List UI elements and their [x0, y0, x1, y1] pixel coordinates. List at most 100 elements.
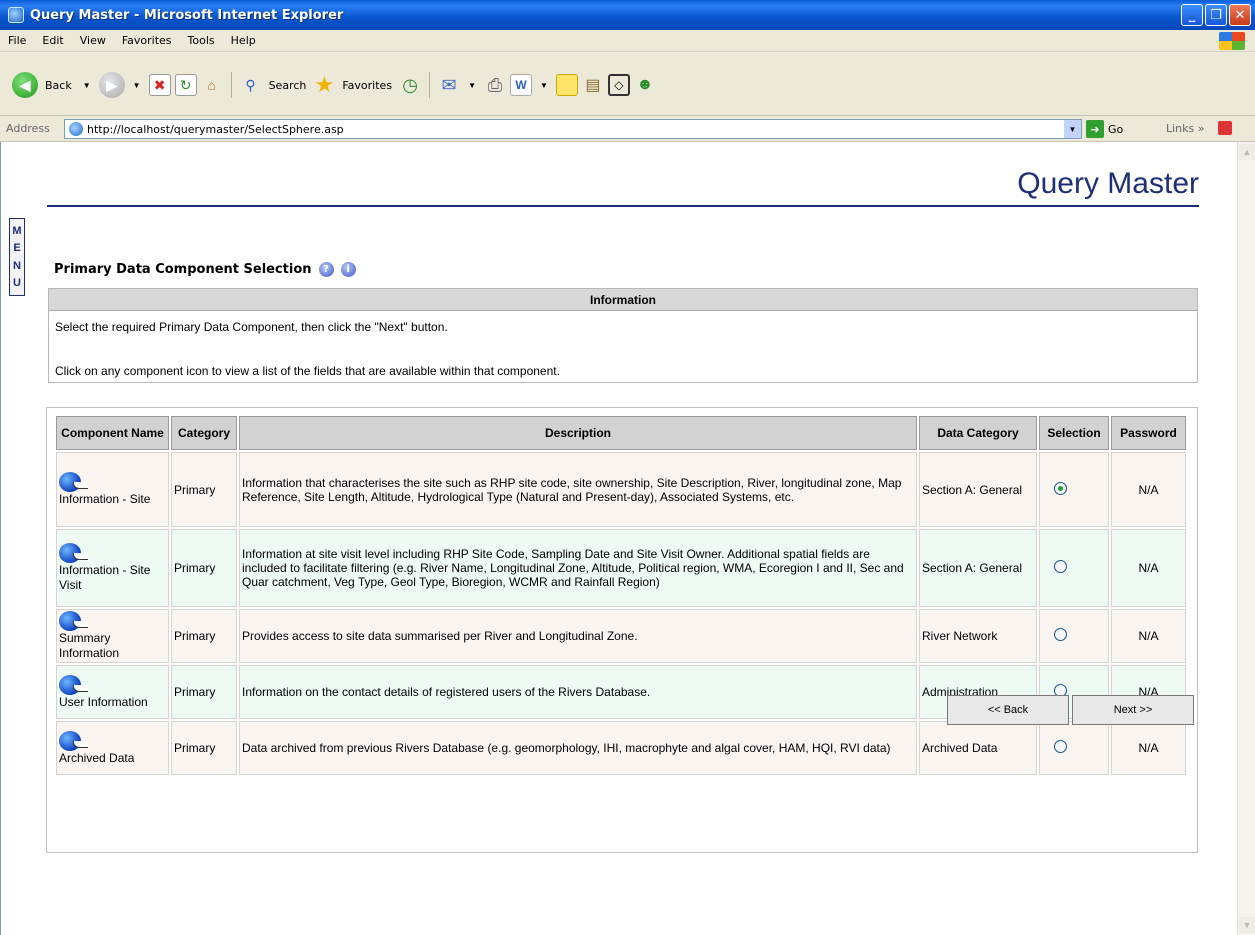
menu-letter[interactable]: E: [13, 242, 20, 254]
category-cell: Primary: [171, 529, 237, 607]
menu-favorites[interactable]: Favorites: [114, 34, 180, 47]
forward-dropdown-icon[interactable]: ▼: [133, 81, 141, 90]
selection-cell: [1039, 529, 1109, 607]
information-line-1: Select the required Primary Data Compone…: [55, 320, 448, 334]
go-label[interactable]: Go: [1108, 123, 1123, 136]
acrobat-icon[interactable]: [1218, 121, 1232, 135]
page-icon: [69, 122, 83, 136]
minimize-button[interactable]: _: [1181, 4, 1203, 26]
windows-logo-icon: [1219, 32, 1245, 50]
address-url[interactable]: http://localhost/querymaster/SelectSpher…: [87, 123, 344, 136]
messenger-icon[interactable]: ☻: [634, 74, 656, 96]
menu-letter[interactable]: M: [12, 225, 21, 237]
password-cell: N/A: [1111, 529, 1186, 607]
back-dropdown-icon[interactable]: ▼: [83, 81, 91, 90]
back-button[interactable]: << Back: [947, 695, 1069, 725]
table-row: Archived Data Primary Data archived from…: [56, 721, 1186, 775]
home-icon[interactable]: ⌂: [201, 74, 223, 96]
history-icon[interactable]: ◷: [399, 74, 421, 96]
address-bar: Address http://localhost/querymaster/Sel…: [0, 116, 1255, 142]
address-dropdown-icon[interactable]: ▼: [1064, 120, 1081, 138]
component-name-cell[interactable]: Archived Data: [56, 721, 169, 775]
globe-icon[interactable]: [59, 543, 88, 563]
password-cell: N/A: [1111, 721, 1186, 775]
globe-icon[interactable]: [59, 611, 88, 631]
menu-tools[interactable]: Tools: [180, 34, 223, 47]
note-icon[interactable]: [555, 74, 578, 96]
title-divider: [47, 205, 1199, 207]
selection-cell: [1039, 721, 1109, 775]
component-name: Information - Site Visit: [59, 563, 151, 592]
section-heading: Primary Data Component Selection ? i: [54, 262, 356, 277]
toolbar: ◀ Back ▼ ▶ ▼ ✖ ↻ ⌂ ⚲ Search ★ Favorites …: [0, 52, 1255, 116]
go-arrow-icon[interactable]: ➜: [1086, 120, 1104, 138]
window-icon[interactable]: ◇: [607, 74, 630, 96]
information-panel: Information Select the required Primary …: [48, 288, 1198, 383]
page-viewport: Query Master M E N U Primary Data Compon…: [0, 142, 1237, 935]
favorites-star-icon[interactable]: ★: [313, 72, 335, 97]
header-password: Password: [1111, 416, 1186, 450]
research-icon[interactable]: ▤: [582, 74, 604, 96]
mail-dropdown-icon[interactable]: ▼: [468, 81, 476, 90]
component-name-cell[interactable]: User Information: [56, 665, 169, 719]
menu-letter[interactable]: U: [13, 277, 21, 289]
back-button-label[interactable]: Back: [45, 79, 72, 92]
selection-radio[interactable]: [1054, 740, 1067, 753]
scroll-up-icon[interactable]: ▲: [1239, 144, 1255, 160]
information-line-2: Click on any component icon to view a li…: [55, 364, 560, 378]
selection-radio[interactable]: [1054, 481, 1067, 495]
window-title: Query Master - Microsoft Internet Explor…: [30, 7, 344, 23]
help-icon[interactable]: ?: [318, 262, 334, 277]
password-cell: N/A: [1111, 609, 1186, 663]
scroll-down-icon[interactable]: ▼: [1239, 917, 1255, 933]
page-title: Query Master: [1017, 167, 1199, 200]
globe-icon[interactable]: [59, 472, 88, 492]
search-icon[interactable]: ⚲: [240, 74, 262, 96]
description-cell: Data archived from previous Rivers Datab…: [239, 721, 917, 775]
go-button[interactable]: ➜ Go: [1086, 120, 1123, 138]
links-label[interactable]: Links: [1166, 122, 1194, 135]
menu-file[interactable]: File: [0, 34, 34, 47]
forward-arrow-icon[interactable]: ▶: [98, 72, 125, 98]
back-arrow-icon[interactable]: ◀: [12, 72, 38, 98]
refresh-icon[interactable]: ↻: [174, 74, 197, 96]
selection-radio[interactable]: [1054, 560, 1067, 573]
table-row: Information - Site Visit Primary Informa…: [56, 529, 1186, 607]
menu-view[interactable]: View: [72, 34, 114, 47]
component-name-cell[interactable]: Summary Information: [56, 609, 169, 663]
search-button-label[interactable]: Search: [269, 79, 307, 92]
category-cell: Primary: [171, 721, 237, 775]
toolbar-separator: [429, 72, 431, 98]
print-icon[interactable]: ⎙: [484, 74, 506, 96]
stop-icon[interactable]: ✖: [148, 74, 171, 96]
vertical-scrollbar[interactable]: ▲ ▼: [1237, 142, 1255, 935]
address-input[interactable]: http://localhost/querymaster/SelectSpher…: [64, 119, 1082, 139]
edit-dropdown-icon[interactable]: ▼: [540, 81, 548, 90]
password-cell: N/A: [1111, 452, 1186, 527]
links-button[interactable]: Links »: [1166, 122, 1205, 135]
description-cell: Information on the contact details of re…: [239, 665, 917, 719]
next-button[interactable]: Next >>: [1072, 695, 1194, 725]
maximize-button[interactable]: ❐: [1205, 4, 1227, 26]
category-cell: Primary: [171, 609, 237, 663]
globe-icon[interactable]: [59, 674, 88, 695]
info-icon[interactable]: i: [340, 262, 356, 277]
close-button[interactable]: ✕: [1229, 4, 1251, 26]
globe-icon[interactable]: [59, 730, 88, 751]
edit-word-icon[interactable]: W: [509, 74, 532, 96]
component-table-panel: Component Name Category Description Data…: [46, 407, 1198, 853]
side-menu-tab[interactable]: M E N U: [9, 218, 25, 296]
selection-radio[interactable]: [1054, 628, 1067, 641]
header-selection: Selection: [1039, 416, 1109, 450]
mail-icon[interactable]: ✉: [438, 74, 460, 96]
data-category-cell: Archived Data: [919, 721, 1037, 775]
favorites-button-label[interactable]: Favorites: [342, 79, 392, 92]
data-category-cell: Section A: General: [919, 452, 1037, 527]
menu-letter[interactable]: N: [13, 260, 21, 272]
component-name-cell[interactable]: Information - Site Visit: [56, 529, 169, 607]
menu-help[interactable]: Help: [223, 34, 264, 47]
table-row: Information - Site Primary Information t…: [56, 452, 1186, 527]
menu-edit[interactable]: Edit: [34, 34, 71, 47]
category-cell: Primary: [171, 665, 237, 719]
component-name-cell[interactable]: Information - Site: [56, 452, 169, 527]
